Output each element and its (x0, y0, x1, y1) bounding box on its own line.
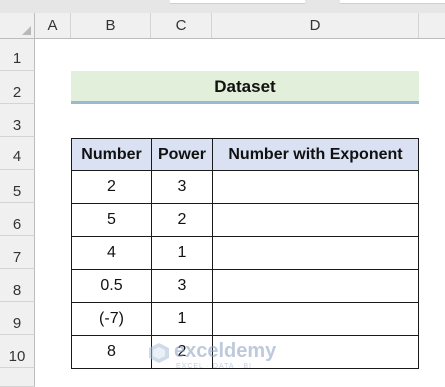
exceldemy-watermark: exceldemy EXCEL · DATA · BI (148, 338, 308, 372)
column-header-c[interactable]: C (151, 13, 212, 38)
row-header-2[interactable]: 2 (0, 71, 35, 104)
row-header-6[interactable]: 6 (0, 203, 35, 236)
row-header-11[interactable] (0, 368, 35, 387)
header-number-with-exponent[interactable]: Number with Exponent (212, 138, 419, 171)
exceldemy-logo-icon (149, 343, 169, 363)
row-header-10[interactable]: 10 (0, 335, 35, 368)
cell-number-with-exponent[interactable] (212, 203, 419, 237)
ribbon-tab[interactable] (340, 0, 445, 4)
cell-number[interactable]: (-7) (71, 302, 152, 336)
cell-number[interactable]: 4 (71, 236, 152, 270)
column-header-a[interactable]: A (35, 13, 71, 38)
cell-number[interactable]: 2 (71, 170, 152, 204)
watermark-name: exceldemy (174, 340, 277, 362)
column-header-b[interactable]: B (71, 13, 151, 38)
cell-number[interactable]: 0.5 (71, 269, 152, 303)
header-number[interactable]: Number (71, 138, 152, 171)
row-header-4[interactable]: 4 (0, 137, 35, 170)
row-header-3[interactable]: 3 (0, 104, 35, 137)
row-header-7[interactable]: 7 (0, 236, 35, 269)
row-header-8[interactable]: 8 (0, 269, 35, 302)
select-all-corner[interactable] (0, 13, 35, 38)
cell-number-with-exponent[interactable] (212, 269, 419, 303)
cell-power[interactable]: 1 (151, 302, 213, 336)
select-all-triangle-icon (22, 26, 31, 35)
cell-power[interactable]: 3 (151, 170, 213, 204)
cell-power[interactable]: 2 (151, 203, 213, 237)
cell-number[interactable]: 5 (71, 203, 152, 237)
cell-number[interactable]: 8 (71, 335, 152, 369)
header-power[interactable]: Power (151, 138, 213, 171)
column-header-d[interactable]: D (212, 13, 419, 38)
column-header-bar: A B C D (0, 13, 445, 39)
watermark-tagline: EXCEL · DATA · BI (176, 363, 252, 370)
cell-power[interactable]: 3 (151, 269, 213, 303)
cell-number-with-exponent[interactable] (212, 302, 419, 336)
row-header-9[interactable]: 9 (0, 302, 35, 335)
row-header-1[interactable]: 1 (0, 39, 35, 71)
cell-number-with-exponent[interactable] (212, 170, 419, 204)
ribbon-tab[interactable] (170, 0, 305, 4)
cell-power[interactable]: 1 (151, 236, 213, 270)
cell-number-with-exponent[interactable] (212, 236, 419, 270)
row-header-5[interactable]: 5 (0, 170, 35, 203)
dataset-title[interactable]: Dataset (71, 71, 419, 104)
window-top-strip (0, 0, 445, 13)
